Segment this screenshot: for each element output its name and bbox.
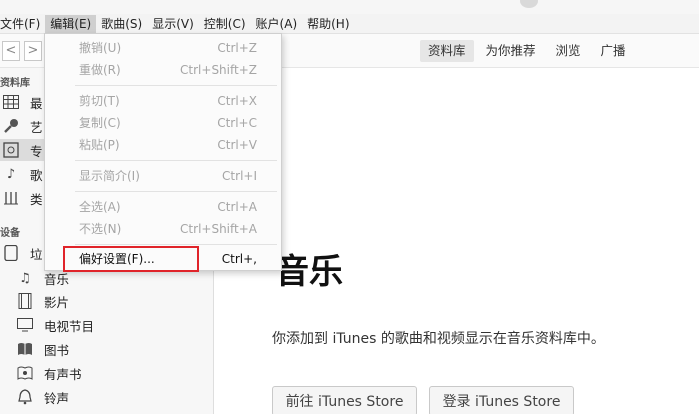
- tv-icon: [16, 316, 34, 334]
- devices-section-header: 设备: [0, 228, 20, 239]
- sidebar-item-tv-shows[interactable]: 电视节目: [14, 314, 94, 336]
- menu-item-paste[interactable]: 粘贴(P) Ctrl+V: [45, 134, 281, 156]
- menu-edit[interactable]: 编辑(E): [45, 14, 97, 33]
- menu-item-label: 剪切(T): [79, 94, 120, 108]
- album-icon: [2, 141, 20, 159]
- menu-separator: [75, 244, 277, 245]
- menu-item-shortcut: Ctrl+I: [222, 169, 257, 183]
- sidebar-item-label: 类: [30, 191, 43, 207]
- sidebar-item-label: 垃: [30, 246, 43, 262]
- menu-item-cut[interactable]: 剪切(T) Ctrl+X: [45, 90, 281, 112]
- menu-separator: [75, 85, 277, 86]
- sidebar-item-movies[interactable]: 影片: [14, 290, 69, 312]
- tab-for-you[interactable]: 为你推荐: [478, 40, 544, 62]
- menu-item-shortcut: Ctrl+C: [217, 116, 257, 130]
- tab-browse[interactable]: 浏览: [548, 40, 589, 62]
- menu-item-shortcut: Ctrl+X: [217, 94, 257, 108]
- tab-radio[interactable]: 广播: [593, 40, 634, 62]
- view-tabs: 资料库 为你推荐 浏览 广播: [420, 40, 638, 62]
- sidebar-item-label: 电视节目: [44, 318, 95, 334]
- page-title: 音乐: [275, 252, 343, 292]
- edit-menu-dropdown: 撤销(U) Ctrl+Z 重做(R) Ctrl+Shift+Z 剪切(T) Ct…: [44, 33, 282, 272]
- sign-in-store-button[interactable]: 登录 iTunes Store: [429, 386, 574, 414]
- sidebar-item-label: 歌: [30, 167, 43, 183]
- menu-item-shortcut: Ctrl+V: [217, 138, 257, 152]
- menu-item-select-all[interactable]: 全选(A) Ctrl+A: [45, 196, 281, 218]
- sidebar-item-label: 影片: [44, 294, 70, 310]
- menu-item-label: 全选(A): [79, 200, 121, 214]
- bell-icon: [16, 388, 34, 406]
- sidebar-item-audiobooks[interactable]: 有声书: [14, 362, 82, 384]
- microphone-icon: [2, 117, 20, 135]
- sidebar-item-label: 最: [30, 95, 43, 111]
- sidebar-item-recent[interactable]: 最: [0, 91, 43, 113]
- menu-help[interactable]: 帮助(H): [302, 15, 354, 33]
- sidebar-item-genres[interactable]: 类: [0, 187, 43, 209]
- menu-item-shortcut: Ctrl+Z: [217, 41, 257, 55]
- menu-account[interactable]: 账户(A): [251, 15, 303, 33]
- forward-button[interactable]: >: [24, 41, 42, 61]
- menubar: 文件(F) 编辑(E) 歌曲(S) 显示(V) 控制(C) 账户(A) 帮助(H…: [0, 14, 699, 34]
- menu-item-label: 不选(N): [79, 222, 122, 236]
- menu-item-label: 显示简介(I): [79, 169, 140, 183]
- highlight-annotation-box: [63, 246, 199, 272]
- menu-separator: [75, 160, 277, 161]
- sidebar-item-label: 图书: [44, 342, 70, 358]
- sidebar-item-songs[interactable]: ♪ 歌: [0, 163, 43, 185]
- sidebar-item-label: 铃声: [44, 390, 70, 406]
- film-icon: [16, 292, 34, 310]
- sidebar-item-books[interactable]: 图书: [14, 338, 69, 360]
- title-strip: [0, 0, 699, 14]
- back-button[interactable]: <: [2, 41, 20, 61]
- menu-controls[interactable]: 控制(C): [199, 15, 251, 33]
- grid-icon: [2, 93, 20, 111]
- tab-library[interactable]: 资料库: [420, 40, 474, 62]
- music-note-icon: ♪: [6, 166, 16, 182]
- menu-separator: [75, 191, 277, 192]
- main-content: 音乐 你添加到 iTunes 的歌曲和视频显示在音乐资料库中。 前往 iTune…: [215, 68, 699, 414]
- menu-item-redo[interactable]: 重做(R) Ctrl+Shift+Z: [45, 59, 281, 81]
- menu-item-label: 复制(C): [79, 116, 121, 130]
- menu-item-label: 重做(R): [79, 63, 121, 77]
- menu-item-copy[interactable]: 复制(C) Ctrl+C: [45, 112, 281, 134]
- sidebar-item-albums[interactable]: 专: [0, 139, 44, 161]
- sidebar-item-artists[interactable]: 艺: [0, 115, 43, 137]
- go-to-store-button[interactable]: 前往 iTunes Store: [272, 386, 417, 414]
- menu-item-shortcut: Ctrl+Shift+Z: [180, 63, 257, 77]
- apple-logo-icon: [520, 0, 538, 8]
- audiobook-icon: [16, 364, 34, 382]
- sidebar-item-ringtones[interactable]: 铃声: [14, 386, 69, 408]
- menu-file[interactable]: 文件(F): [0, 15, 45, 33]
- menu-item-shortcut: Ctrl+Shift+A: [180, 222, 257, 236]
- sidebar-item-label: 专: [30, 143, 43, 159]
- menu-item-label: 撤销(U): [79, 41, 122, 55]
- device-icon: [2, 244, 20, 262]
- library-description: 你添加到 iTunes 的歌曲和视频显示在音乐资料库中。: [272, 331, 605, 347]
- library-section-header: 资料库: [0, 78, 30, 89]
- sidebar-item-label: 有声书: [44, 366, 82, 382]
- menu-item-get-info[interactable]: 显示简介(I) Ctrl+I: [45, 165, 281, 187]
- menu-item-shortcut: Ctrl+,: [221, 252, 257, 266]
- menu-item-select-none[interactable]: 不选(N) Ctrl+Shift+A: [45, 218, 281, 240]
- sidebar-item-label: 艺: [30, 119, 43, 135]
- menu-item-label: 粘贴(P): [79, 138, 120, 152]
- genre-icon: [2, 189, 20, 207]
- book-icon: [16, 340, 34, 358]
- menu-item-undo[interactable]: 撤销(U) Ctrl+Z: [45, 37, 281, 59]
- menu-song[interactable]: 歌曲(S): [96, 15, 147, 33]
- sidebar-item-device[interactable]: 垃: [0, 242, 43, 264]
- menu-view[interactable]: 显示(V): [147, 15, 199, 33]
- menu-item-shortcut: Ctrl+A: [217, 200, 257, 214]
- music-note-icon: ♫: [19, 270, 31, 286]
